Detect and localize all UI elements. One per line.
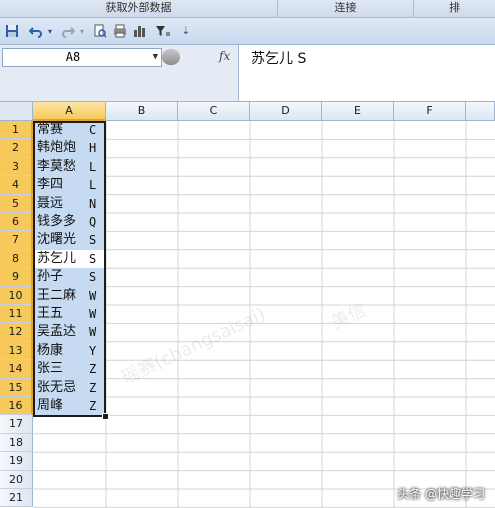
fill-handle[interactable] — [102, 413, 109, 420]
chart-icon[interactable] — [132, 23, 148, 39]
row-header[interactable]: 8 — [0, 249, 33, 269]
formula-bar-resize-handle[interactable] — [162, 49, 180, 65]
row-header[interactable]: 3 — [0, 157, 33, 177]
select-all-corner[interactable] — [0, 102, 33, 121]
row-header[interactable]: 4 — [0, 176, 33, 195]
row-header[interactable]: 17 — [0, 415, 33, 434]
insert-function-button[interactable]: fx — [219, 49, 230, 63]
filter-icon[interactable] — [154, 23, 172, 39]
name-box[interactable]: A8 ▼ — [2, 48, 162, 67]
row-header[interactable]: 9 — [0, 268, 33, 287]
row-header[interactable]: 5 — [0, 194, 33, 213]
save-icon[interactable] — [4, 23, 20, 39]
worksheet-grid[interactable]: ABCDEF 1 2 3 4 5 6 7 8 9 10 11 12 13 14 15 16 17 18 19 20 21… — [0, 102, 495, 508]
row-header[interactable]: 21 — [0, 489, 33, 508]
undo-icon[interactable] — [28, 23, 44, 39]
redo-icon[interactable] — [60, 23, 76, 39]
row-header[interactable]: 2 — [0, 139, 33, 158]
row-header[interactable]: 13 — [0, 341, 33, 361]
row-header[interactable]: 11 — [0, 305, 33, 324]
customize-icon[interactable]: ⇣ — [180, 23, 192, 39]
column-header-f[interactable]: F — [394, 102, 466, 121]
ribbon-group-bar: 获取外部数据 连接 排 — [0, 0, 495, 18]
selection-border — [33, 121, 106, 417]
row-header[interactable]: 18 — [0, 433, 33, 453]
row-header[interactable]: 19 — [0, 452, 33, 471]
formula-input[interactable]: 苏乞儿 S — [239, 45, 495, 101]
column-header-a[interactable]: A — [33, 102, 106, 121]
row-header[interactable]: 1 — [0, 121, 33, 140]
ribbon-group-connections: 连接 — [278, 0, 414, 17]
row-header[interactable]: 12 — [0, 323, 33, 342]
formula-bar-area: A8 ▼ fx 苏乞儿 S — [0, 45, 495, 102]
quick-access-toolbar: ▾ ▾ ⇣ — [0, 18, 495, 45]
row-header[interactable]: 15 — [0, 378, 33, 397]
formula-content: 苏乞儿 S — [251, 51, 307, 67]
row-header[interactable]: 16 — [0, 397, 33, 416]
name-box-value: A8 — [65, 50, 81, 64]
column-header-filler — [466, 102, 495, 121]
chevron-down-icon[interactable]: ▼ — [153, 49, 158, 66]
column-header-b[interactable]: B — [106, 102, 178, 121]
column-header-c[interactable]: C — [178, 102, 250, 121]
redo-dropdown-icon[interactable]: ▾ — [78, 23, 86, 39]
row-header[interactable]: 6 — [0, 213, 33, 232]
row-header[interactable]: 20 — [0, 470, 33, 489]
column-header-d[interactable]: D — [250, 102, 322, 121]
print-preview-icon[interactable] — [92, 23, 108, 39]
credit-label: 头条 @快趣学习 — [397, 487, 485, 501]
row-header[interactable]: 10 — [0, 286, 33, 305]
row-header[interactable]: 7 — [0, 231, 33, 250]
undo-dropdown-icon[interactable]: ▾ — [46, 23, 54, 39]
row-header[interactable]: 14 — [0, 360, 33, 379]
ribbon-group-sort: 排 — [449, 1, 460, 14]
ribbon-group-get-external-data: 获取外部数据 — [0, 0, 278, 17]
print-icon[interactable] — [112, 23, 128, 39]
